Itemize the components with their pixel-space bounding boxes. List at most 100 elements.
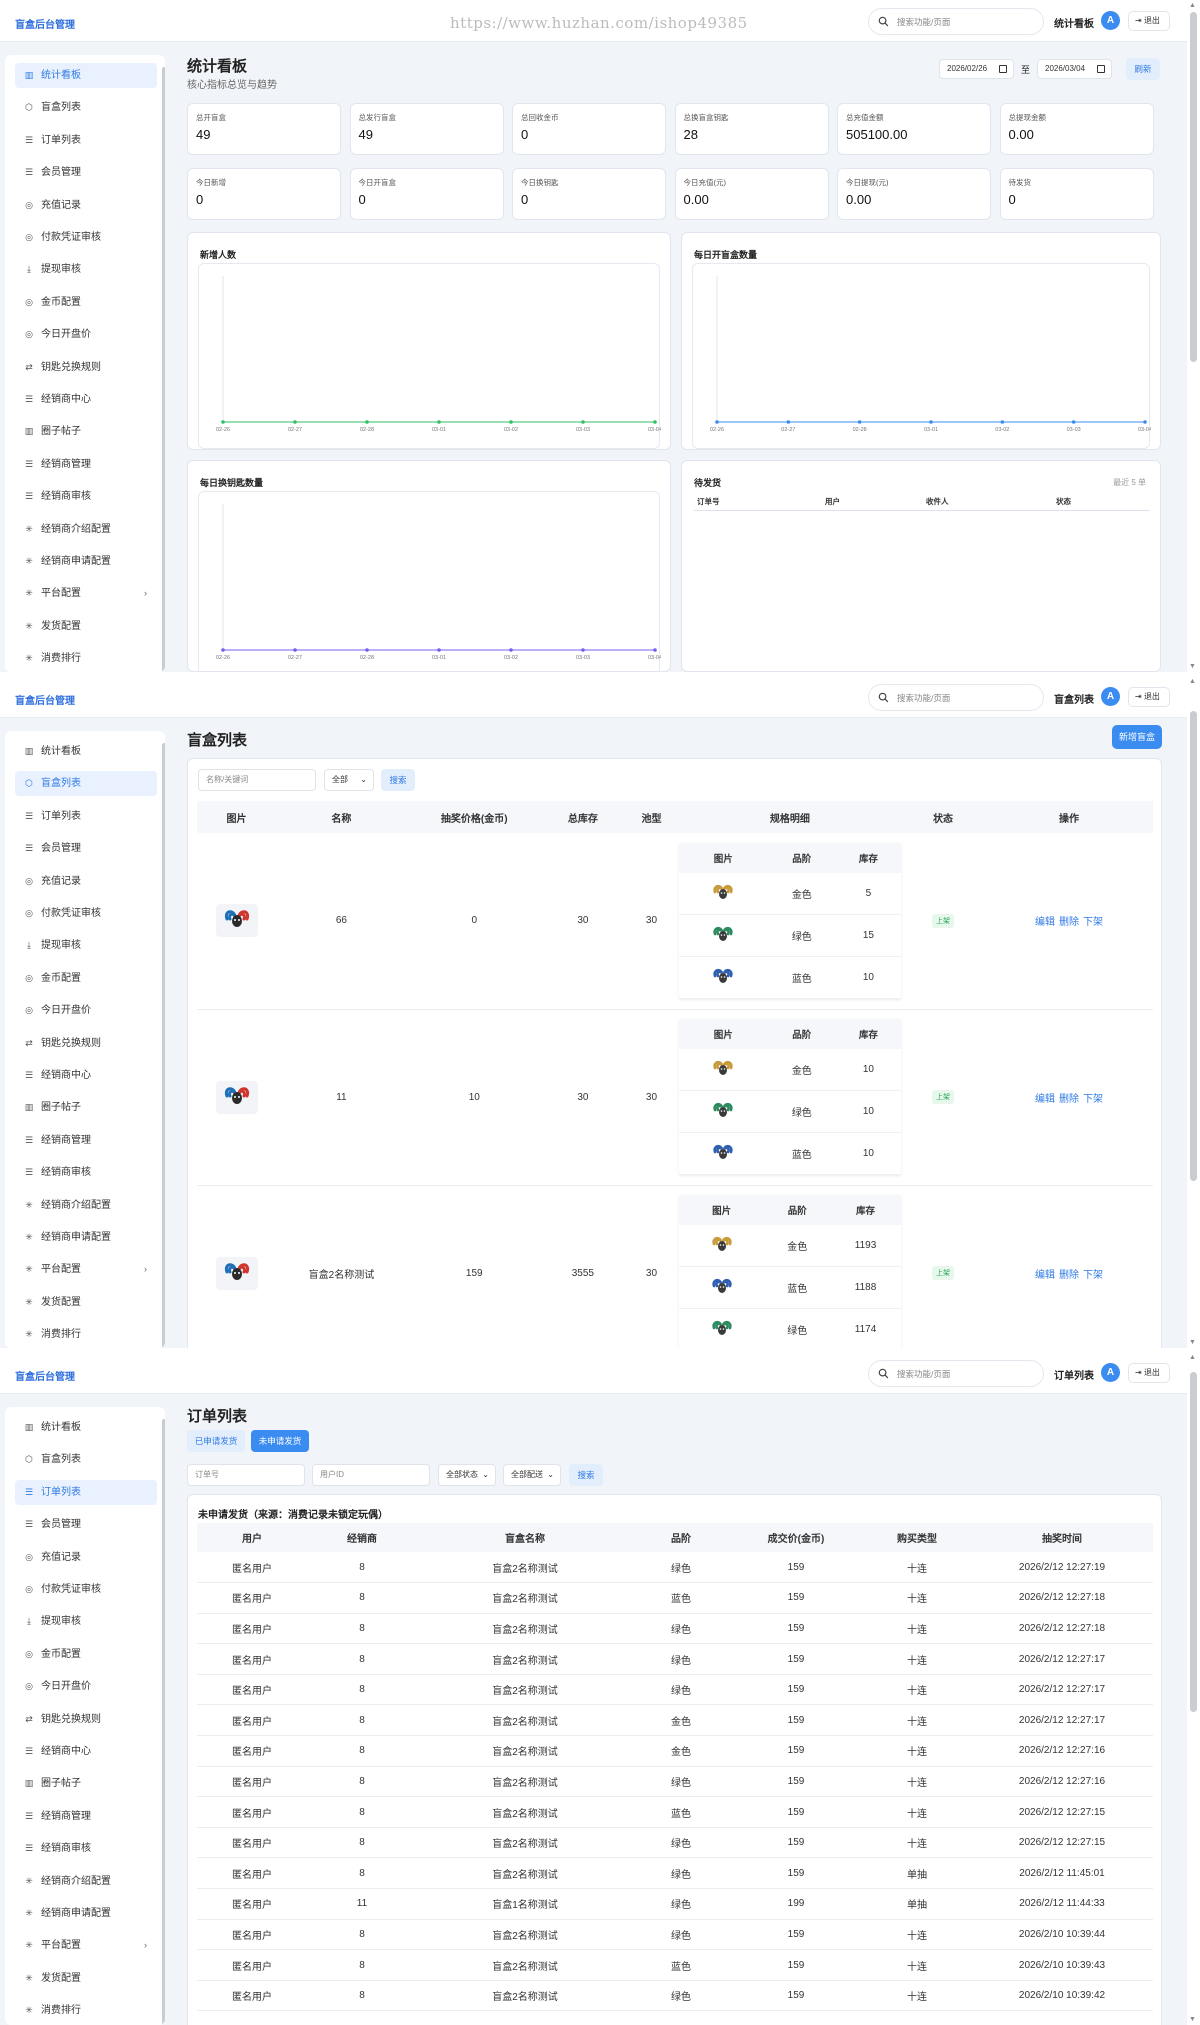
avatar[interactable]: A: [1101, 687, 1120, 706]
logout-button[interactable]: ⇥ 退出: [1128, 11, 1170, 31]
keyword-input[interactable]: 名称/关键词: [198, 769, 316, 791]
logout-button[interactable]: ⇥ 退出: [1128, 687, 1170, 707]
sidebar-item-shipping-config[interactable]: ✳ 发货配置: [15, 614, 157, 639]
data-point[interactable]: [1000, 420, 1005, 424]
avatar[interactable]: A: [1101, 1363, 1120, 1382]
sidebar-item-coin-config[interactable]: ◎ 金币配置: [15, 290, 157, 315]
order-row[interactable]: 匿名用户 11 盲盒1名称测试 绿色 199 单抽 2026/2/12 11:44:33: [197, 1888, 1153, 1920]
scroll-down-icon[interactable]: ▼: [1189, 1339, 1196, 1346]
data-point[interactable]: [221, 648, 225, 652]
scroll-down-icon[interactable]: ▼: [1189, 2016, 1196, 2023]
sidebar-scrollbar[interactable]: [162, 743, 165, 1348]
delete-link[interactable]: 删除: [1059, 1270, 1079, 1281]
order-row[interactable]: 匿名用户 8 盲盒2名称测试 绿色 159 十连 2026/2/12 12:27:17: [197, 1643, 1153, 1675]
sidebar-item-apply-config[interactable]: ✳ 经销商申请配置: [15, 1901, 157, 1926]
sidebar-item-member[interactable]: ☰ 会员管理: [15, 160, 157, 185]
data-point[interactable]: [221, 420, 225, 424]
sidebar-item-chart[interactable]: ▥ 统计看板: [15, 1415, 157, 1440]
sidebar-item-download[interactable]: ⤓ 提现审核: [15, 933, 157, 958]
sidebar-item-member[interactable]: ☰ 会员管理: [15, 836, 157, 861]
sidebar-item-list[interactable]: ☰ 订单列表: [15, 1479, 157, 1505]
scrollbar-thumb[interactable]: [1190, 12, 1197, 362]
sidebar-item-intro-config[interactable]: ✳ 经销商介绍配置: [15, 517, 157, 542]
chevron-right-icon[interactable]: ›: [144, 1257, 147, 1282]
order-status-select[interactable]: 全部状态 ⌄: [438, 1464, 496, 1486]
sidebar-item-posts[interactable]: ▥ 圈子帖子: [15, 1095, 157, 1120]
box-image[interactable]: [215, 1080, 258, 1114]
data-point[interactable]: [786, 420, 791, 424]
sidebar-item-dealer-center[interactable]: ☰ 经销商中心: [15, 387, 157, 412]
order-row[interactable]: 匿名用户 8 盲盒2名称测试 金色 159 十连 2026/2/12 12:27:17: [197, 1704, 1153, 1737]
order-row[interactable]: 匿名用户 8 盲盒2名称测试 蓝色 159 十连 2026/2/10 10:39:43: [197, 1949, 1153, 1981]
scroll-down-icon[interactable]: ▼: [1189, 663, 1196, 670]
sidebar-item-exchange[interactable]: ⇄ 钥匙兑换规则: [15, 355, 157, 380]
sidebar-item-voucher[interactable]: ◎ 付款凭证审核: [15, 901, 157, 926]
sidebar-item-member[interactable]: ☰ 会员管理: [15, 1512, 157, 1537]
data-point[interactable]: [293, 648, 297, 652]
tab-applied-shipping[interactable]: 已申请发货: [187, 1430, 245, 1452]
data-point[interactable]: [365, 420, 369, 424]
sidebar-item-voucher[interactable]: ◎ 付款凭证审核: [15, 225, 157, 250]
scroll-up-icon[interactable]: ▲: [1189, 2, 1196, 9]
scroll-up-icon[interactable]: ▲: [1189, 678, 1196, 685]
brand-title[interactable]: 盲盒后台管理: [15, 1368, 75, 1383]
avatar[interactable]: A: [1101, 11, 1120, 30]
sidebar-item-download[interactable]: ⤓ 提现审核: [15, 1609, 157, 1634]
order-row[interactable]: 匿名用户 8 盲盒2名称测试 蓝色 159 十连 2026/2/12 12:27:15: [197, 1796, 1153, 1828]
sidebar-item-intro-config[interactable]: ✳ 经销商介绍配置: [15, 1869, 157, 1894]
sidebar-item-list[interactable]: ☰ 订单列表: [15, 804, 157, 829]
data-point[interactable]: [293, 420, 297, 424]
delivery-select[interactable]: 全部配送 ⌄: [503, 1464, 561, 1486]
page-scrollbar[interactable]: ▲ ▼: [1187, 1352, 1200, 2025]
box-image[interactable]: [215, 904, 258, 938]
add-box-button[interactable]: 新增盲盒: [1112, 725, 1162, 749]
sidebar-item-coin-config[interactable]: ◎ 金币配置: [15, 1642, 157, 1667]
search-button[interactable]: 搜索: [569, 1464, 603, 1486]
order-row[interactable]: 匿名用户 8 盲盒2名称测试 绿色 159 十连 2026/2/12 12:27:16: [197, 1766, 1153, 1798]
data-point[interactable]: [1071, 420, 1076, 424]
sidebar-item-dealer-manage[interactable]: ☰ 经销商管理: [15, 1128, 157, 1153]
data-point[interactable]: [437, 648, 441, 652]
global-search-input[interactable]: 搜索功能/页面: [868, 1360, 1044, 1387]
tab-unapplied-shipping[interactable]: 未申请发货: [251, 1430, 309, 1452]
brand-title[interactable]: 盲盒后台管理: [15, 692, 75, 707]
order-row[interactable]: 匿名用户 8 盲盒2名称测试 绿色 159 十连 2026/2/10 10:39:42: [197, 1980, 1153, 2012]
order-row[interactable]: 匿名用户 8 盲盒2名称测试 绿色 159 十连 2026/2/10 10:39:44: [197, 1919, 1153, 1951]
calendar-icon[interactable]: [999, 65, 1007, 73]
data-point[interactable]: [715, 420, 719, 424]
sidebar-item-chart[interactable]: ▥ 统计看板: [15, 63, 157, 88]
sidebar-item-coin-config[interactable]: ◎ 金币配置: [15, 966, 157, 991]
user-id-input[interactable]: 用户ID: [312, 1464, 430, 1486]
sidebar-item-intro-config[interactable]: ✳ 经销商介绍配置: [15, 1193, 157, 1218]
sidebar-item-dealer-manage[interactable]: ☰ 经销商管理: [15, 452, 157, 477]
sidebar-item-box[interactable]: ⬡ 盲盒列表: [15, 1447, 157, 1472]
edit-link[interactable]: 编辑: [1035, 1270, 1055, 1281]
data-point[interactable]: [929, 420, 933, 424]
order-row[interactable]: 匿名用户 8 盲盒2名称测试 绿色 159 单抽 2026/2/12 11:45:01: [197, 1857, 1153, 1890]
sidebar-item-dealer-review[interactable]: ☰ 经销商审核: [15, 1836, 157, 1861]
sidebar-item-list[interactable]: ☰ 订单列表: [15, 128, 157, 153]
sidebar-item-dealer-review[interactable]: ☰ 经销商审核: [15, 484, 157, 509]
delete-link[interactable]: 删除: [1059, 917, 1079, 928]
data-point[interactable]: [365, 648, 369, 652]
data-point[interactable]: [581, 420, 585, 424]
status-select[interactable]: 全部 ⌄: [324, 769, 374, 791]
sidebar-item-exchange[interactable]: ⇄ 钥匙兑换规则: [15, 1031, 157, 1056]
scroll-up-icon[interactable]: ▲: [1189, 1354, 1196, 1361]
page-scrollbar[interactable]: ▲ ▼: [1187, 676, 1200, 1348]
sidebar-item-platform-config[interactable]: ✳ 平台配置 ›: [15, 581, 157, 606]
sidebar-item-dealer-center[interactable]: ☰ 经销商中心: [15, 1739, 157, 1764]
sidebar-item-exchange[interactable]: ⇄ 钥匙兑换规则: [15, 1707, 157, 1732]
sidebar-item-apply-config[interactable]: ✳ 经销商申请配置: [15, 549, 157, 574]
offshelf-link[interactable]: 下架: [1083, 1270, 1103, 1281]
logout-button[interactable]: ⇥ 退出: [1128, 1363, 1170, 1383]
sidebar-item-dealer-center[interactable]: ☰ 经销商中心: [15, 1063, 157, 1088]
scrollbar-thumb[interactable]: [1190, 1372, 1197, 1712]
delete-link[interactable]: 删除: [1059, 1094, 1079, 1105]
sidebar-item-shipping-config[interactable]: ✳ 发货配置: [15, 1966, 157, 1991]
date-from-input[interactable]: 2026/02/26: [939, 59, 1014, 79]
sidebar-scrollbar[interactable]: [162, 1419, 165, 2025]
page-scrollbar[interactable]: ▲ ▼: [1187, 0, 1200, 672]
sidebar-item-ranking[interactable]: ✳ 消费排行: [15, 1998, 157, 2023]
sidebar-item-ranking[interactable]: ✳ 消费排行: [15, 1322, 157, 1347]
